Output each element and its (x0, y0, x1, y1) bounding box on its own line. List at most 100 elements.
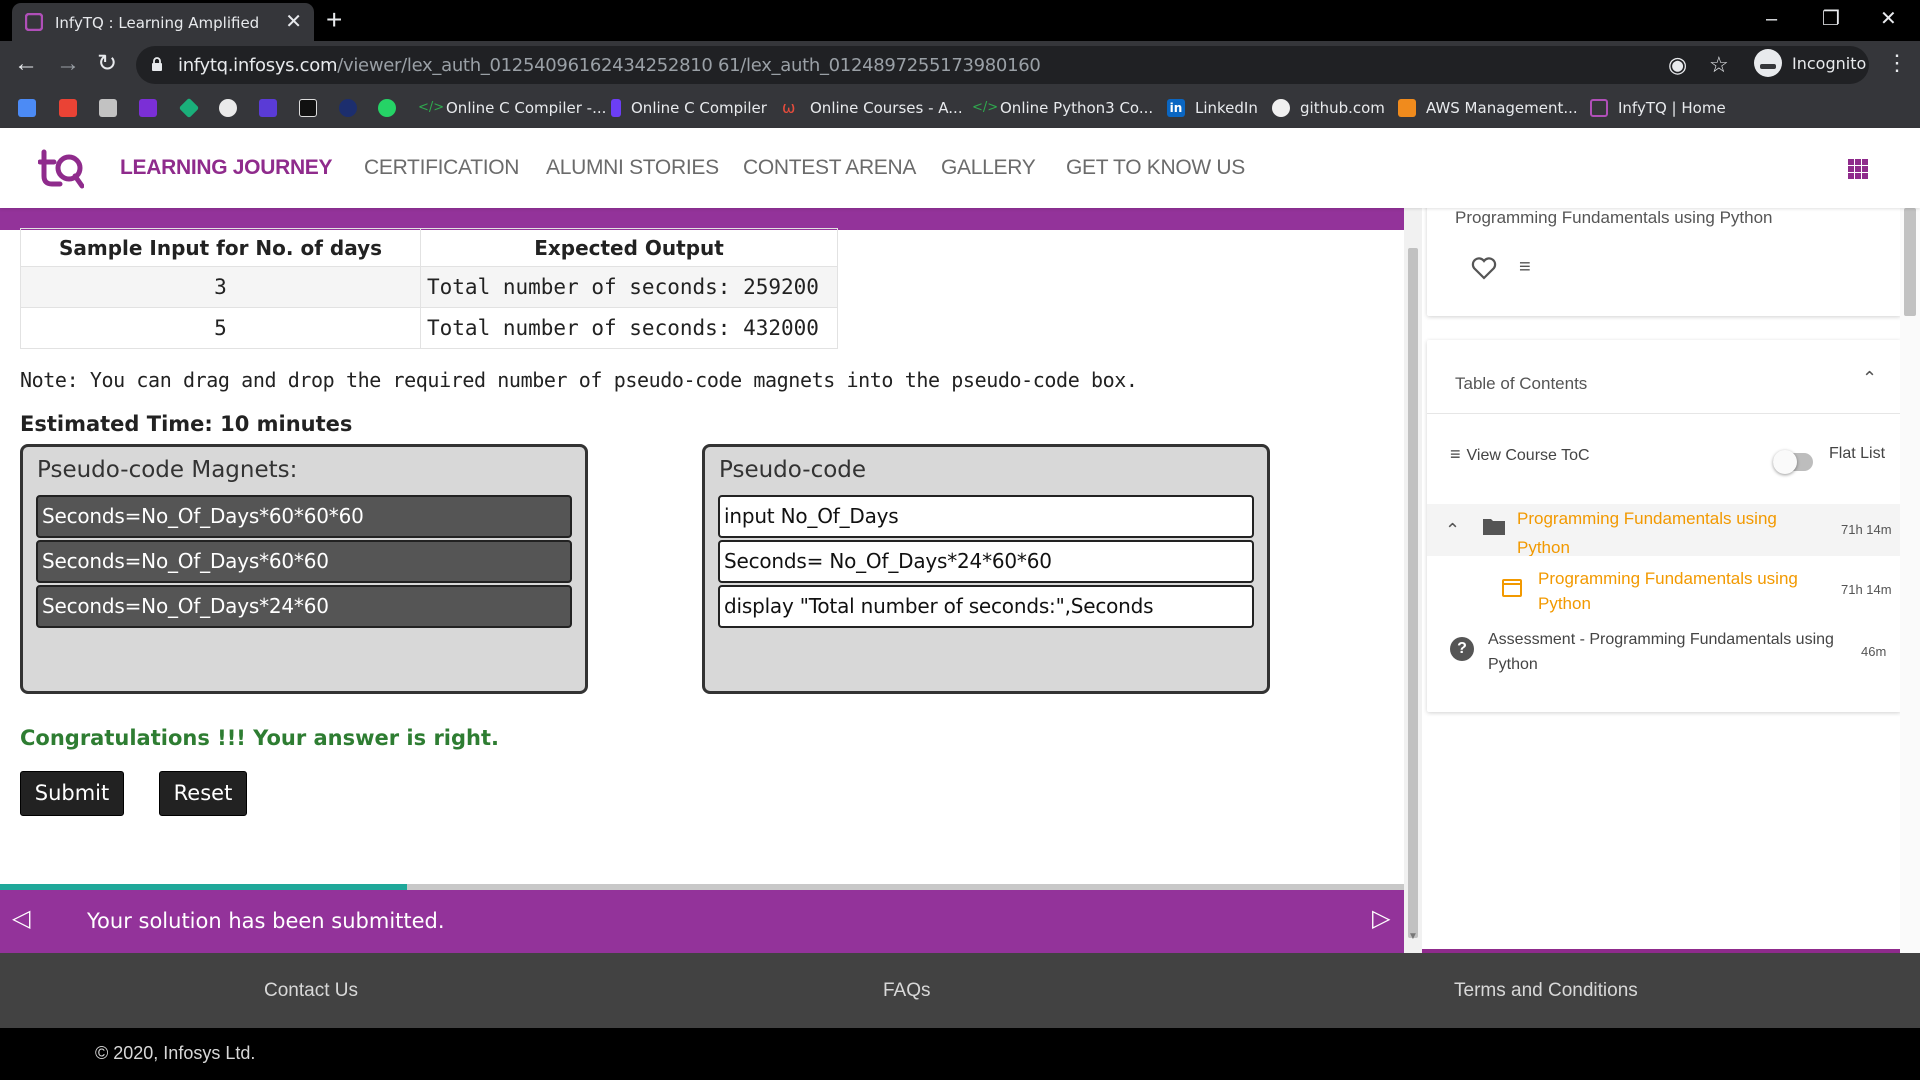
expand-icon[interactable]: ⌃ (1445, 520, 1460, 541)
heart-icon[interactable] (1471, 256, 1497, 280)
nav-gallery[interactable]: GALLERY (941, 156, 1036, 180)
footer-terms[interactable]: Terms and Conditions (1454, 980, 1638, 1002)
window-close-icon[interactable]: ✕ (1880, 4, 1897, 34)
table-cell: Total number of seconds: 259200 (420, 266, 838, 308)
table-header: Sample Input for No. of days (20, 228, 421, 267)
new-tab-icon[interactable]: + (326, 4, 342, 36)
browser-tab-bar: InfyTQ : Learning Amplified ✕ + – ❐ ✕ (0, 0, 1920, 41)
apps-icon[interactable] (18, 99, 36, 117)
site-icon[interactable] (339, 99, 357, 117)
bookmark-star-icon[interactable]: ☆ (1709, 52, 1729, 78)
bookmark-github[interactable]: github.com (1272, 96, 1385, 120)
pseudo-code-box[interactable]: Pseudo-code input No_Of_Days Seconds= No… (702, 444, 1270, 694)
bookmark-label: InfyTQ | Home (1618, 99, 1726, 117)
footer-faqs[interactable]: FAQs (883, 980, 931, 1002)
toc-item-course[interactable]: ⌃ Programming Fundamentals using Python … (1427, 504, 1901, 556)
content-scrollbar-thumb[interactable] (1408, 248, 1418, 938)
previous-arrow-icon[interactable]: ◁ (12, 904, 30, 934)
table-cell: 3 (20, 266, 421, 308)
site-header: LEARNING JOURNEY CERTIFICATION ALUMNI ST… (0, 128, 1920, 208)
bookmark-label: Online Courses - A... (810, 99, 963, 117)
infytq-logo[interactable] (38, 146, 84, 190)
magnet-item[interactable]: Seconds=No_Of_Days*24*60 (36, 585, 572, 628)
bookmark-infytq-home[interactable]: InfyTQ | Home (1590, 96, 1726, 120)
url-path: /viewer/lex_auth_01254096162434252810 61… (337, 55, 1041, 76)
browser-menu-icon[interactable]: ⋮ (1886, 49, 1908, 77)
tracking-blocked-icon[interactable]: ◉ (1668, 52, 1687, 78)
scroll-down-icon[interactable]: ▼ (1406, 931, 1420, 942)
sidebar-scrollbar[interactable] (1900, 208, 1920, 953)
table-row: 5 Total number of seconds: 432000 (20, 307, 838, 349)
bookmark-aws[interactable]: AWS Management... (1398, 96, 1578, 120)
nav-alumni-stories[interactable]: ALUMNI STORIES (546, 156, 719, 180)
code-icon: </> (972, 100, 999, 115)
reload-icon[interactable]: ↻ (97, 50, 117, 78)
tab-title: InfyTQ : Learning Amplified (55, 14, 260, 32)
minimize-icon[interactable]: – (1766, 4, 1777, 34)
bolt-icon[interactable] (259, 99, 277, 117)
status-message: Your solution has been submitted. (87, 909, 445, 933)
nav-learning-journey[interactable]: LEARNING JOURNEY (120, 156, 333, 180)
code-line[interactable]: input No_Of_Days (718, 495, 1254, 538)
forward-icon[interactable]: → (56, 50, 80, 78)
bookmark-online-c-compiler-1[interactable]: </> Online C Compiler -... (418, 96, 606, 120)
bookmark-online-c-compiler-2[interactable]: Online C Compiler (611, 96, 767, 120)
address-bar[interactable]: infytq.infosys.com/viewer/lex_auth_01254… (136, 46, 1869, 84)
bookmark-label: github.com (1300, 99, 1385, 117)
code-box-title: Pseudo-code (719, 457, 867, 483)
footer-contact-us[interactable]: Contact Us (264, 980, 358, 1002)
toc-collapse-icon[interactable]: ⌃ (1862, 368, 1877, 389)
browser-tab[interactable]: InfyTQ : Learning Amplified ✕ (12, 3, 314, 41)
copyright-bar: © 2020, Infosys Ltd. (0, 1028, 1920, 1080)
next-arrow-icon[interactable]: ▷ (1372, 904, 1390, 934)
playlist-icon[interactable]: ≡ (1519, 256, 1531, 279)
flat-list-toggle[interactable] (1773, 450, 1813, 474)
back-icon[interactable]: ← (14, 50, 38, 78)
list-icon: ≡ (1450, 444, 1461, 464)
bookmark-linkedin[interactable]: in LinkedIn (1167, 96, 1258, 120)
toc-title: Table of Contents (1455, 374, 1588, 393)
module-icon (1502, 579, 1522, 597)
code-line[interactable]: display "Total number of seconds:",Secon… (718, 585, 1254, 628)
status-bar: ◁ Your solution has been submitted. ▷ (0, 890, 1404, 953)
toc-item-time: 46m (1861, 644, 1887, 659)
tab-close-icon[interactable]: ✕ (285, 10, 302, 34)
gmail-icon[interactable] (59, 99, 77, 117)
url-host: infytq.infosys.com (178, 55, 338, 76)
estimated-time: Estimated Time: 10 minutes (20, 412, 353, 436)
grid-app-icon[interactable] (99, 99, 117, 117)
toc-item-assessment[interactable]: ? Assessment - Programming Fundamentals … (1427, 627, 1901, 679)
nav-get-to-know-us[interactable]: GET TO KNOW US (1066, 156, 1245, 180)
lock-site-icon[interactable] (219, 99, 237, 117)
diamond-icon[interactable] (178, 97, 200, 119)
table-header: Expected Output (420, 228, 838, 267)
reset-button[interactable]: Reset (159, 771, 247, 816)
mail-icon[interactable] (139, 99, 157, 117)
courses-icon: ω (782, 98, 796, 117)
browser-toolbar: ← → ↻ infytq.infosys.com/viewer/lex_auth… (0, 41, 1920, 88)
table-cell: 5 (20, 307, 421, 349)
incognito-icon (1754, 49, 1782, 77)
infytq-favicon-icon (25, 13, 43, 31)
view-course-toc[interactable]: ≡ View Course ToC (1450, 444, 1590, 465)
magnet-item[interactable]: Seconds=No_Of_Days*60*60*60 (36, 495, 572, 538)
submit-button[interactable]: Submit (20, 771, 124, 816)
hackerrank-icon[interactable] (299, 99, 317, 117)
exercise-content: Sample Input for No. of days Expected Ou… (0, 208, 1404, 953)
bookmark-online-python3[interactable]: </> Online Python3 Co... (972, 96, 1153, 120)
nav-contest-arena[interactable]: CONTEST ARENA (743, 156, 916, 180)
apps-grid-icon[interactable] (1848, 159, 1868, 179)
bookmark-online-courses[interactable]: ω Online Courses - A... (782, 96, 963, 120)
nav-certification[interactable]: CERTIFICATION (364, 156, 519, 180)
toc-item-module[interactable]: Programming Fundamentals using Python 71… (1427, 566, 1901, 614)
incognito-profile[interactable]: Incognito (1754, 47, 1866, 79)
course-sidebar: Programming Fundamentals using Python ⌃ … (1422, 198, 1901, 953)
bookmark-label: Online Python3 Co... (1000, 99, 1154, 117)
code-icon: </> (418, 100, 445, 115)
magnet-item[interactable]: Seconds=No_Of_Days*60*60 (36, 540, 572, 583)
restore-icon[interactable]: ❐ (1822, 4, 1840, 34)
whatsapp-icon[interactable] (378, 99, 396, 117)
magnets-box-title: Pseudo-code Magnets: (37, 457, 298, 483)
code-line[interactable]: Seconds= No_Of_Days*24*60*60 (718, 540, 1254, 583)
view-toc-label: View Course ToC (1466, 447, 1590, 464)
